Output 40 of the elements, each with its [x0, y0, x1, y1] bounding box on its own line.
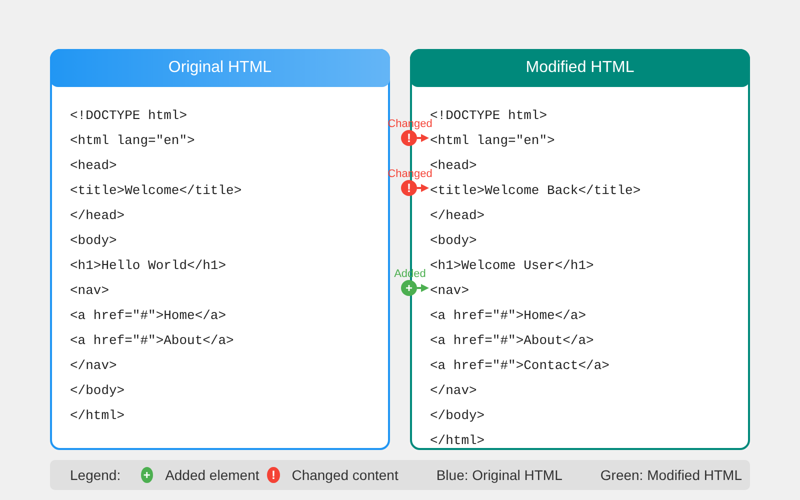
- code-line: <a href="#">About</a>: [70, 333, 234, 348]
- diff-marker-icon: +: [401, 280, 417, 296]
- code-line: <title>Welcome Back</title>: [430, 183, 641, 198]
- code-line: <head>: [70, 158, 117, 173]
- code-line: <h1>Welcome User</h1>: [430, 258, 594, 273]
- code-line: </body>: [430, 408, 485, 423]
- arrow-icon: [417, 133, 429, 143]
- code-line: <a href="#">Home</a>: [70, 308, 226, 323]
- code-line: </html>: [430, 433, 485, 448]
- code-line: <body>: [70, 233, 117, 248]
- legend-icon: +: [140, 467, 154, 483]
- code-line: <title>Welcome</title>: [70, 183, 242, 198]
- legend-label: Changed content: [292, 467, 398, 483]
- code-line: <nav>: [430, 283, 470, 298]
- code-line: <a href="#">Home</a>: [430, 308, 586, 323]
- legend-label: Blue: Original HTML: [436, 467, 562, 483]
- code-line: <!DOCTYPE html>: [70, 108, 188, 123]
- legend-label: Green: Modified HTML: [600, 467, 742, 483]
- code-line: <a href="#">Contact</a>: [430, 358, 610, 373]
- code-line: </nav>: [70, 358, 117, 373]
- code-line: </head>: [70, 208, 125, 223]
- code-line: <html lang="en">: [430, 133, 555, 148]
- panel-title: Original HTML: [50, 49, 390, 87]
- diff-marker-icon: !: [401, 180, 417, 196]
- code-line: </body>: [70, 383, 125, 398]
- code-line: <body>: [430, 233, 477, 248]
- code-line: <nav>: [70, 283, 110, 298]
- arrow-icon: [417, 183, 429, 193]
- panel-title: Modified HTML: [410, 49, 750, 87]
- code-line: <h1>Hello World</h1>: [70, 258, 226, 273]
- code-line: </nav>: [430, 383, 477, 398]
- legend-title: Legend:: [70, 467, 121, 483]
- code-line: </html>: [70, 408, 125, 423]
- arrow-icon: [417, 283, 429, 293]
- code-line: </head>: [430, 208, 485, 223]
- code-line: <html lang="en">: [70, 133, 195, 148]
- diff-marker-icon: !: [401, 130, 417, 146]
- legend-icon: !: [267, 467, 280, 483]
- legend-label: Added element: [165, 467, 260, 483]
- code-line: <a href="#">About</a>: [430, 333, 594, 348]
